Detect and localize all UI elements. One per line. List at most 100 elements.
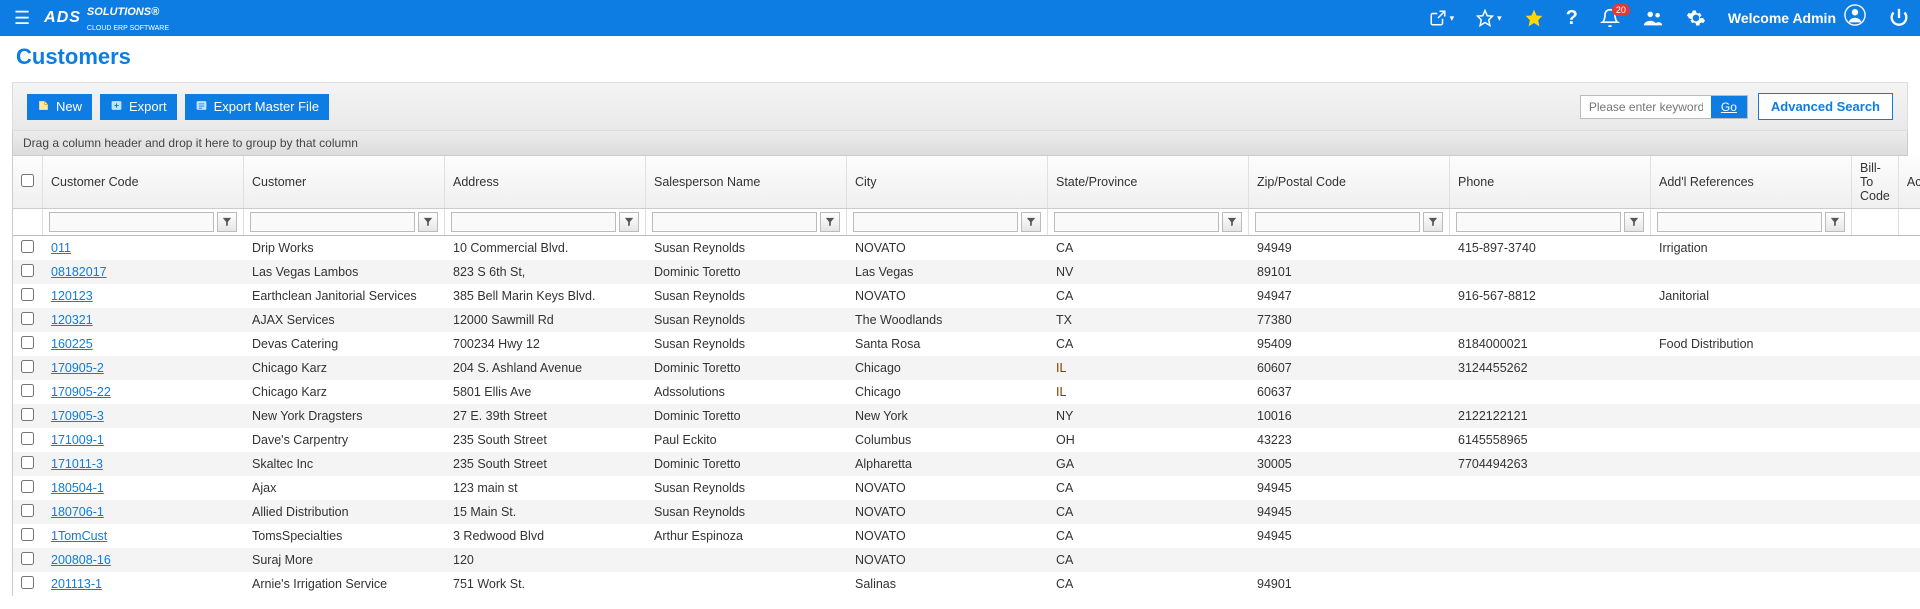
- cell-city: NOVATO: [847, 524, 1048, 548]
- filter-address-icon[interactable]: [619, 212, 639, 232]
- row-checkbox[interactable]: [21, 264, 34, 277]
- row-checkbox[interactable]: [21, 456, 34, 469]
- filter-phone-input[interactable]: [1456, 212, 1621, 232]
- row-checkbox[interactable]: [21, 480, 34, 493]
- customer-code-link[interactable]: 170905-22: [51, 385, 111, 399]
- col-header-city[interactable]: City: [847, 156, 1048, 209]
- cell-billto: [1852, 548, 1899, 572]
- go-button[interactable]: Go: [1711, 96, 1747, 118]
- cell-active: Yes: [1898, 308, 1920, 332]
- customer-code-link[interactable]: 200808-16: [51, 553, 111, 567]
- advanced-search-button[interactable]: Advanced Search: [1758, 93, 1893, 120]
- customer-code-link[interactable]: 171011-3: [51, 457, 103, 471]
- col-header-ref[interactable]: Add'l References: [1651, 156, 1852, 209]
- customer-code-link[interactable]: 170905-3: [51, 409, 104, 423]
- row-checkbox[interactable]: [21, 552, 34, 565]
- export-master-button[interactable]: Export Master File: [185, 94, 329, 120]
- filter-code-icon[interactable]: [217, 212, 237, 232]
- row-checkbox[interactable]: [21, 360, 34, 373]
- col-header-customer[interactable]: Customer: [244, 156, 445, 209]
- search-input[interactable]: [1581, 96, 1711, 118]
- new-button[interactable]: New: [27, 94, 92, 120]
- row-checkbox[interactable]: [21, 408, 34, 421]
- cell-phone: [1450, 572, 1651, 596]
- cell-phone: [1450, 380, 1651, 404]
- customer-code-link[interactable]: 180706-1: [51, 505, 104, 519]
- filter-customer-icon[interactable]: [418, 212, 438, 232]
- filter-row: [13, 209, 1920, 236]
- row-checkbox[interactable]: [21, 336, 34, 349]
- notifications-icon[interactable]: 20: [1600, 8, 1620, 28]
- star-outline-icon[interactable]: [1476, 9, 1502, 27]
- cell-city: New York: [847, 404, 1048, 428]
- filter-sales-input[interactable]: [652, 212, 817, 232]
- filter-ref-icon[interactable]: [1825, 212, 1845, 232]
- export-icon: [110, 99, 123, 115]
- filter-customer-input[interactable]: [250, 212, 415, 232]
- table-row: 171011-3 Skaltec Inc 235 South Street Do…: [13, 452, 1920, 476]
- customer-code-link[interactable]: 171009-1: [51, 433, 104, 447]
- filter-zip-input[interactable]: [1255, 212, 1420, 232]
- filter-city-icon[interactable]: [1021, 212, 1041, 232]
- row-checkbox[interactable]: [21, 528, 34, 541]
- help-icon[interactable]: ?: [1566, 7, 1578, 30]
- row-checkbox[interactable]: [21, 384, 34, 397]
- group-by-hint[interactable]: Drag a column header and drop it here to…: [12, 131, 1908, 156]
- filter-state-icon[interactable]: [1222, 212, 1242, 232]
- col-header-phone[interactable]: Phone: [1450, 156, 1651, 209]
- col-header-salesperson[interactable]: Salesperson Name: [646, 156, 847, 209]
- filter-ref-input[interactable]: [1657, 212, 1822, 232]
- cell-zip: 94947: [1249, 284, 1450, 308]
- customer-code-link[interactable]: 08182017: [51, 265, 107, 279]
- gear-icon[interactable]: [1686, 8, 1706, 28]
- select-all-checkbox[interactable]: [21, 174, 34, 187]
- customer-code-link[interactable]: 011: [51, 241, 71, 255]
- cell-active: Yes: [1898, 404, 1920, 428]
- table-row: 170905-2 Chicago Karz 204 S. Ashland Ave…: [13, 356, 1920, 380]
- cell-salesperson: Susan Reynolds: [646, 332, 847, 356]
- row-checkbox[interactable]: [21, 504, 34, 517]
- filter-sales-icon[interactable]: [820, 212, 840, 232]
- row-checkbox[interactable]: [21, 312, 34, 325]
- customer-code-link[interactable]: 120321: [51, 313, 93, 327]
- col-header-code[interactable]: Customer Code: [43, 156, 244, 209]
- cell-active: Yes: [1898, 356, 1920, 380]
- share-icon[interactable]: [1429, 9, 1455, 27]
- filter-address-input[interactable]: [451, 212, 616, 232]
- power-icon[interactable]: [1888, 7, 1910, 29]
- customer-code-link[interactable]: 180504-1: [51, 481, 104, 495]
- cell-active: Yes: [1898, 284, 1920, 308]
- col-header-address[interactable]: Address: [445, 156, 646, 209]
- filter-city-input[interactable]: [853, 212, 1018, 232]
- row-checkbox[interactable]: [21, 288, 34, 301]
- cell-zip: 94949: [1249, 236, 1450, 261]
- cell-customer: Chicago Karz: [244, 380, 445, 404]
- export-button[interactable]: Export: [100, 94, 177, 120]
- col-header-zip[interactable]: Zip/Postal Code: [1249, 156, 1450, 209]
- customer-code-link[interactable]: 160225: [51, 337, 93, 351]
- col-header-active[interactable]: Active: [1898, 156, 1920, 209]
- row-checkbox[interactable]: [21, 240, 34, 253]
- users-icon[interactable]: [1642, 7, 1664, 29]
- col-header-state[interactable]: State/Province: [1048, 156, 1249, 209]
- col-header-billto[interactable]: Bill-To Code: [1852, 156, 1899, 209]
- row-checkbox[interactable]: [21, 576, 34, 589]
- cell-salesperson: Dominic Toretto: [646, 404, 847, 428]
- star-filled-icon[interactable]: [1524, 8, 1544, 28]
- menu-icon[interactable]: ☰: [10, 8, 34, 29]
- customer-code-link[interactable]: 120123: [51, 289, 93, 303]
- cell-zip: 60607: [1249, 356, 1450, 380]
- row-checkbox[interactable]: [21, 432, 34, 445]
- filter-code-input[interactable]: [49, 212, 214, 232]
- welcome-user[interactable]: Welcome Admin: [1728, 4, 1866, 32]
- filter-phone-icon[interactable]: [1624, 212, 1644, 232]
- table-row: 160225 Devas Catering 700234 Hwy 12 Susa…: [13, 332, 1920, 356]
- customer-code-link[interactable]: 170905-2: [51, 361, 104, 375]
- cell-city: Chicago: [847, 356, 1048, 380]
- customer-code-link[interactable]: 1TomCust: [51, 529, 107, 543]
- table-row: 180504-1 Ajax 123 main st Susan Reynolds…: [13, 476, 1920, 500]
- filter-state-input[interactable]: [1054, 212, 1219, 232]
- customer-code-link[interactable]: 201113-1: [51, 577, 102, 591]
- logo[interactable]: ADS SOLUTIONS® CLOUD ERP SOFTWARE: [44, 3, 169, 33]
- filter-zip-icon[interactable]: [1423, 212, 1443, 232]
